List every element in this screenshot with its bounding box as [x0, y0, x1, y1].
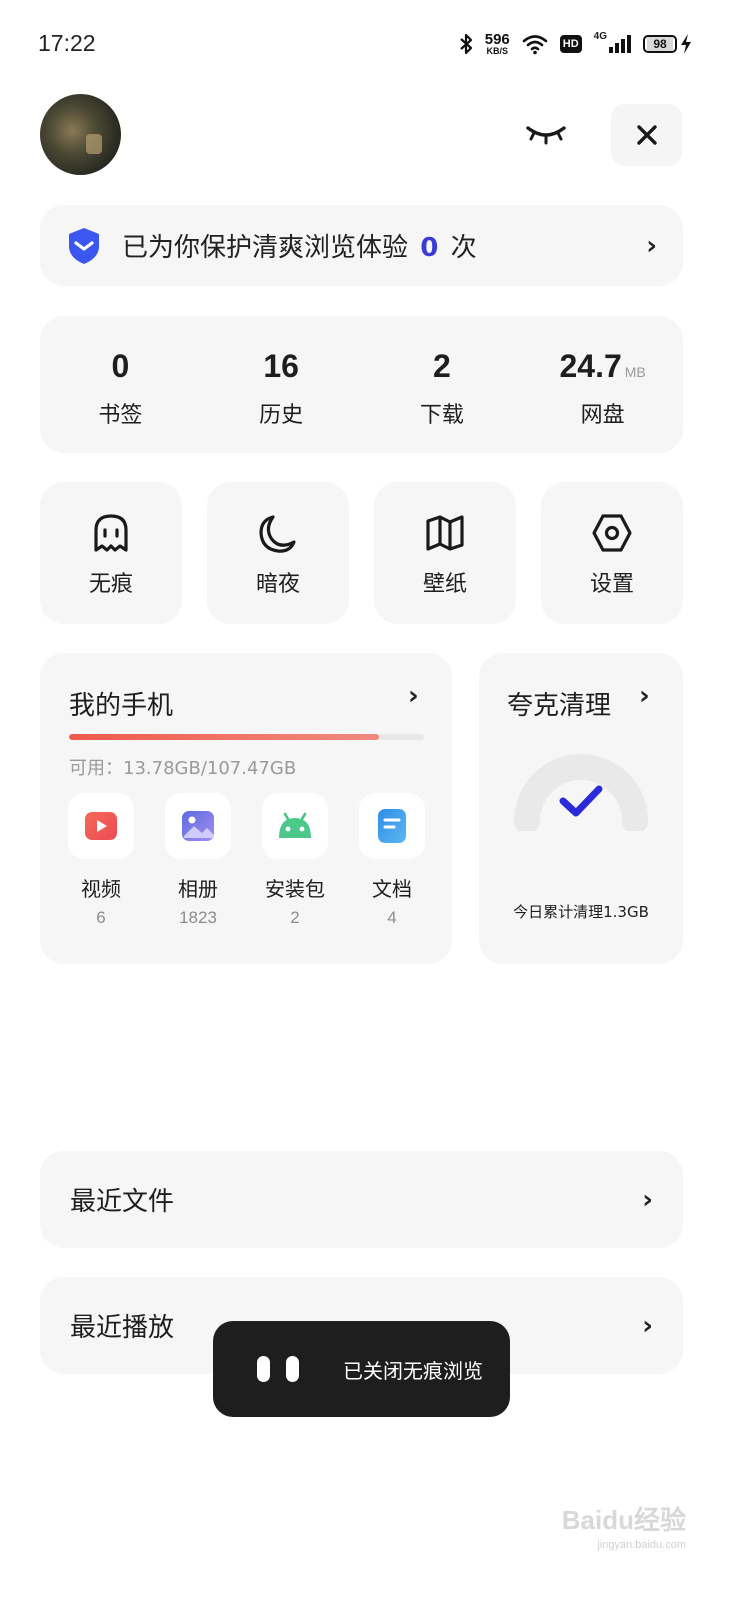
protect-text-after: 次: [450, 233, 477, 263]
speed-value: 596: [484, 31, 510, 48]
category-apk[interactable]: 安装包 2: [261, 793, 329, 928]
storage-available: 可用：13.78GB/107.47GB: [69, 758, 297, 779]
clean-gauge: [514, 754, 648, 831]
chevron-right-icon[interactable]: ›: [639, 681, 650, 711]
night-mode-button[interactable]: 暗夜: [207, 482, 349, 624]
video-icon: [85, 812, 117, 840]
watermark: Baidu经验 jingyan.baidu.com: [562, 1500, 686, 1551]
signal-icon: 4G: [594, 31, 631, 53]
wifi-icon: [522, 35, 548, 55]
toast-message: 已关闭无痕浏览: [343, 1358, 483, 1383]
stat-unit: MB: [624, 364, 646, 380]
document-icon: [378, 809, 406, 843]
stat-label: 网盘: [580, 403, 625, 428]
category-count: 2: [290, 908, 300, 927]
category-count: 6: [96, 908, 106, 927]
speed-unit: KB/S: [486, 46, 508, 56]
recent-files-row[interactable]: 最近文件 ›: [40, 1151, 683, 1248]
storage-bar-fill: [69, 734, 379, 740]
protect-text: 已为你保护清爽浏览体验 0 次: [122, 227, 646, 264]
file-categories: 视频 6 相册 1823 安装包 2 文档 4: [67, 793, 426, 928]
stat-downloads[interactable]: 2 下载: [362, 316, 523, 453]
ghost-icon: [94, 514, 128, 552]
incognito-button[interactable]: 无痕: [40, 482, 182, 624]
stat-value: 0: [111, 348, 130, 384]
network-speed: 596 KB/S: [485, 32, 510, 56]
row-label: 最近文件: [70, 1187, 175, 1217]
stat-value: 16: [263, 348, 299, 384]
storage-bar: [69, 734, 424, 740]
chevron-right-icon[interactable]: ›: [408, 681, 419, 711]
close-icon: [636, 125, 657, 145]
hexagon-settings-icon: [592, 514, 632, 552]
shield-icon: [69, 227, 99, 264]
category-video[interactable]: 视频 6: [67, 793, 135, 928]
chevron-right-icon: ›: [642, 1184, 653, 1215]
stat-value: 24.7: [559, 348, 622, 384]
category-photos[interactable]: 相册 1823: [164, 793, 232, 928]
cleaner-subtitle: 今日累计清理1.3GB: [513, 903, 649, 921]
moon-icon: [259, 515, 296, 553]
stat-label: 历史: [259, 403, 304, 428]
stat-cloud-drive[interactable]: 24.7 MB 网盘: [522, 316, 683, 453]
network-type: 4G: [593, 31, 607, 42]
avatar[interactable]: [40, 94, 121, 175]
hd-badge: HD: [559, 35, 582, 53]
check-icon: [559, 785, 603, 817]
watermark-brand: Baidu经验: [561, 1505, 686, 1535]
stat-value: 2: [432, 348, 451, 384]
charging-icon: [681, 34, 691, 54]
toast: 已关闭无痕浏览: [213, 1321, 510, 1417]
photo-icon: [182, 811, 214, 841]
eyes-icon: [257, 1356, 270, 1382]
eye-closed-icon[interactable]: [522, 116, 570, 152]
category-name: 安装包: [265, 877, 325, 901]
category-count: 4: [387, 908, 397, 927]
eyes-icon: [286, 1356, 299, 1382]
cleaner-card[interactable]: 夸克清理 › 今日累计清理1.3GB: [479, 653, 683, 964]
watermark-url: jingyan.baidu.com: [597, 1539, 686, 1551]
category-count: 1823: [179, 908, 217, 927]
protect-text-before: 已为你保护清爽浏览体验: [122, 233, 409, 263]
category-name: 相册: [178, 877, 218, 901]
protect-banner[interactable]: 已为你保护清爽浏览体验 0 次 ›: [40, 205, 683, 286]
chevron-right-icon: ›: [642, 1310, 653, 1341]
stat-label: 书签: [98, 403, 143, 428]
wallpaper-button[interactable]: 壁纸: [374, 482, 516, 624]
stats-card: 0 书签 16 历史 2 下载 24.7 MB 网盘: [40, 316, 683, 453]
status-time: 17:22: [38, 30, 96, 56]
category-documents[interactable]: 文档 4: [358, 793, 426, 928]
close-button[interactable]: [611, 104, 682, 166]
quick-label: 壁纸: [422, 572, 467, 597]
my-phone-card[interactable]: 我的手机 › 可用：13.78GB/107.47GB 视频 6 相册 1823 …: [40, 653, 452, 964]
quick-label: 无痕: [88, 572, 133, 597]
category-name: 视频: [81, 877, 121, 901]
stat-bookmarks[interactable]: 0 书签: [40, 316, 201, 453]
battery-level: 98: [647, 37, 673, 51]
map-icon: [426, 515, 464, 551]
category-name: 文档: [372, 877, 412, 901]
stat-history[interactable]: 16 历史: [201, 316, 362, 453]
cleaner-title: 夸克清理: [507, 691, 612, 721]
quick-label: 设置: [589, 572, 634, 597]
quick-label: 暗夜: [255, 572, 300, 597]
status-icons: 596 KB/S HD 4G 98: [459, 28, 692, 60]
android-icon: [279, 812, 311, 838]
bluetooth-icon: [459, 33, 472, 55]
my-phone-title: 我的手机: [69, 691, 174, 721]
battery-icon: 98: [643, 34, 692, 54]
stat-label: 下载: [419, 403, 464, 428]
chevron-right-icon: ›: [646, 230, 657, 261]
protect-count: 0: [420, 233, 439, 263]
settings-button[interactable]: 设置: [541, 482, 683, 624]
